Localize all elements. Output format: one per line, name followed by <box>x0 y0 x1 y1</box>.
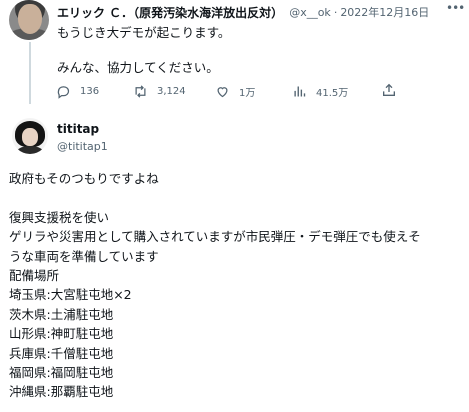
tweet-text-line: 配備場所 <box>9 267 60 283</box>
tweet-text-line: 復興支援税を使い <box>9 209 110 225</box>
reply-count: 136 <box>80 85 100 97</box>
retweet-count: 3,124 <box>157 85 186 97</box>
retweet-button[interactable]: 3,124 <box>133 82 186 100</box>
more-horizontal-icon[interactable]: ••• <box>446 2 465 17</box>
tweet-date[interactable]: 2022年12月16日 <box>340 4 429 20</box>
tweet-body: 政府もそのつもりですよね 復興支援税を使い ゲリラや災害用として購入されています… <box>9 169 464 402</box>
author-handle[interactable]: @x__ok <box>289 6 331 19</box>
tweet-text-line: 政府もそのつもりですよね <box>9 171 159 186</box>
tweet-text-line: もうじき大デモが起こります。 <box>57 25 231 40</box>
tweet-text-line: 兵庫県:千僧駐屯地 <box>9 345 114 361</box>
tweet-header: エリック Ｃ．（原発汚染水海洋放出反対） @x__ok · 2022年12月16… <box>57 3 429 21</box>
like-count: 1万 <box>239 87 256 99</box>
retweet-icon <box>135 84 146 98</box>
tweet-text-line: 茨木県:土浦駐屯地 <box>9 306 114 322</box>
thread-connector-line <box>29 42 31 104</box>
tweet-text-line: 山形県:神町駐屯地 <box>9 326 114 342</box>
heart-icon <box>217 86 228 97</box>
analytics-icon <box>294 86 306 96</box>
parent-tweet[interactable]: エリック Ｃ．（原発汚染水海洋放出反対） @x__ok · 2022年12月16… <box>0 0 469 108</box>
tweet-text-line: ゲリラや災害用として購入されていますが市民弾圧・デモ弾圧でも使えそ <box>9 229 421 245</box>
tweet-thread-screenshot: エリック Ｃ．（原発汚染水海洋放出反対） @x__ok · 2022年12月16… <box>0 0 469 412</box>
reply-button[interactable]: 136 <box>56 82 99 100</box>
reply-icon <box>57 85 70 99</box>
views-count: 41.5万 <box>316 87 349 99</box>
avatar[interactable] <box>9 0 49 40</box>
share-icon[interactable] <box>381 82 397 98</box>
tweet-actions: 136 3,124 1万 41.5万 <box>56 82 396 100</box>
views-button[interactable]: 41.5万 <box>292 82 348 100</box>
tweet-text-line: みんな、協力してください。 <box>57 60 219 75</box>
separator-dot: · <box>333 5 338 19</box>
tweet-text-line: 沖縄県:那覇駐屯地 <box>9 384 114 400</box>
avatar[interactable] <box>12 118 48 154</box>
author-name[interactable]: tititap <box>57 122 99 136</box>
tweet-text-line: うな車両を準備しています <box>9 248 159 264</box>
tweet-text-line: 埼玉県:大宮駐屯地×2 <box>9 287 132 303</box>
tweet-text-line: 福岡県:福岡駐屯地 <box>9 364 114 380</box>
author-name[interactable]: エリック Ｃ．（原発汚染水海洋放出反対） <box>57 4 283 21</box>
like-button[interactable]: 1万 <box>215 82 255 100</box>
author-handle[interactable]: @tititap1 <box>57 140 108 153</box>
